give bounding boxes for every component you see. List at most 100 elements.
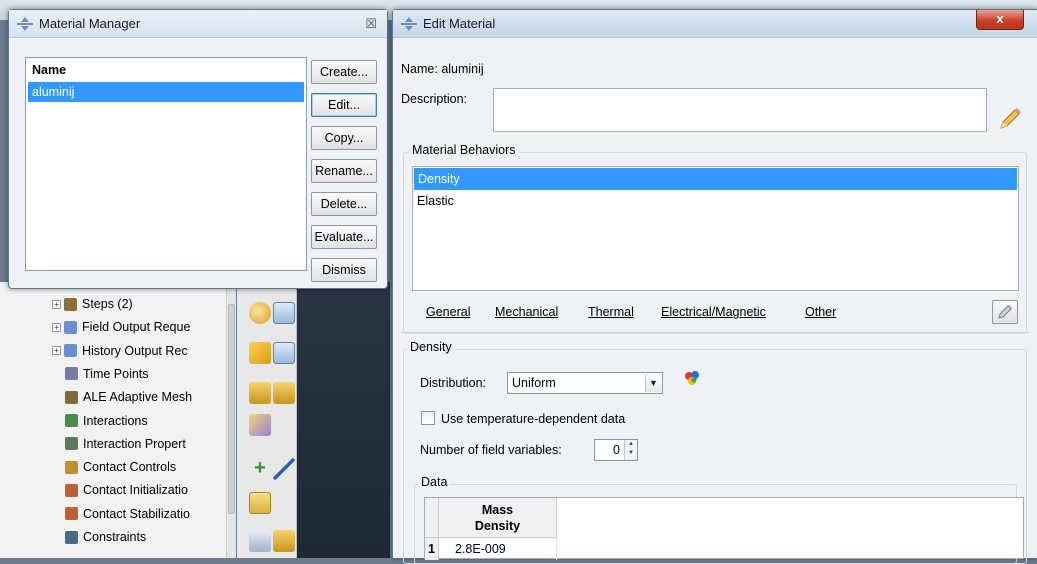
tree-item[interactable]: Time Points bbox=[65, 363, 241, 385]
edit-material-title: Edit Material bbox=[423, 16, 496, 31]
interaction-icon[interactable] bbox=[249, 382, 271, 404]
tree-item-label: Field Output Reque bbox=[82, 320, 191, 335]
scrollbar-thumb[interactable] bbox=[228, 304, 235, 514]
tree-item[interactable]: Contact Initializatio bbox=[65, 479, 241, 501]
step-table-icon[interactable] bbox=[273, 302, 295, 324]
chevron-down-icon[interactable]: ▼ bbox=[645, 374, 661, 392]
close-button[interactable]: x bbox=[976, 10, 1024, 30]
connector-icon[interactable] bbox=[273, 458, 295, 480]
tree-item[interactable]: Contact Controls bbox=[65, 456, 241, 478]
tree-node-icon bbox=[65, 507, 78, 521]
step-manager-icon[interactable] bbox=[249, 302, 271, 324]
interaction-property-icon[interactable] bbox=[249, 414, 271, 436]
data-group-label: Data bbox=[418, 475, 451, 489]
table-corner bbox=[425, 498, 439, 538]
menu-general[interactable]: General bbox=[426, 305, 470, 319]
expand-icon[interactable]: + bbox=[52, 346, 61, 356]
row-number: 1 bbox=[425, 538, 439, 560]
tree-item[interactable]: + Steps (2) bbox=[52, 293, 228, 315]
materials-list[interactable]: Name aluminij bbox=[25, 57, 307, 271]
name-label: Name: aluminij bbox=[401, 62, 484, 76]
materials-list-header: Name bbox=[32, 63, 67, 77]
tree-item-label: Contact Controls bbox=[83, 460, 177, 475]
tree-item[interactable]: Interaction Propert bbox=[65, 433, 241, 455]
field-variables-label: Number of field variables: bbox=[420, 443, 562, 457]
tree-node-icon bbox=[65, 414, 78, 427]
menu-other[interactable]: Other bbox=[805, 305, 836, 319]
tree-item-label: Contact Initializatio bbox=[83, 483, 188, 498]
field-variables-spinner[interactable]: 0 ▲ ▼ bbox=[594, 439, 638, 461]
field-output-icon[interactable] bbox=[249, 342, 271, 364]
material-list-item[interactable]: aluminij bbox=[28, 82, 304, 102]
edit-material-dialog: Edit Material x Name: aluminij Descripti… bbox=[392, 9, 1037, 564]
tree-node-icon bbox=[65, 390, 78, 404]
menu-mechanical[interactable]: Mechanical bbox=[495, 305, 558, 319]
tree-item[interactable]: ALE Adaptive Mesh bbox=[65, 386, 241, 408]
expand-icon[interactable]: + bbox=[52, 322, 61, 332]
tree-node-icon bbox=[64, 320, 77, 334]
temperature-dependent-checkbox[interactable] bbox=[421, 411, 435, 425]
tree-node-icon bbox=[65, 460, 78, 474]
tree-item-label: Contact Stabilizatio bbox=[83, 506, 191, 521]
tree-item-label: Interactions bbox=[83, 413, 148, 428]
tree-item-label: Constraints bbox=[83, 530, 147, 544]
interaction-manager-icon[interactable] bbox=[273, 382, 295, 404]
description-label: Description: bbox=[401, 92, 467, 106]
dialog-app-icon bbox=[17, 16, 33, 31]
tree-node-icon bbox=[64, 297, 77, 311]
fastener-icon[interactable] bbox=[249, 492, 271, 514]
material-manager-dialog: Material Manager ☒ Name aluminij Create.… bbox=[8, 9, 388, 289]
tree-item[interactable]: Interactions bbox=[65, 410, 241, 432]
tree-item-label: Steps (2) bbox=[82, 297, 133, 311]
copy-button[interactable]: Copy... bbox=[311, 126, 377, 150]
tree-item[interactable]: + Field Output Reque bbox=[52, 316, 228, 338]
tree-item-label: ALE Adaptive Mesh bbox=[83, 390, 193, 405]
description-field[interactable] bbox=[493, 88, 987, 132]
behaviors-list[interactable]: Density Elastic bbox=[412, 166, 1019, 291]
menu-thermal[interactable]: Thermal bbox=[588, 305, 634, 319]
evaluate-button[interactable]: Evaluate... bbox=[311, 225, 377, 249]
edit-description-pencil-icon[interactable] bbox=[997, 106, 1023, 132]
expand-icon[interactable]: + bbox=[52, 299, 61, 309]
constraint-icon[interactable] bbox=[249, 530, 271, 552]
material-manager-titlebar[interactable]: Material Manager bbox=[9, 10, 387, 38]
create-point-icon[interactable]: + bbox=[249, 458, 271, 480]
tree-node-icon bbox=[64, 344, 77, 358]
behavior-item-density[interactable]: Density bbox=[414, 168, 1017, 190]
dialog-app-icon bbox=[401, 16, 417, 31]
constraint-manager-icon[interactable] bbox=[273, 530, 295, 552]
material-behaviors-label: Material Behaviors bbox=[409, 143, 519, 157]
tree-item[interactable]: Constraints bbox=[65, 526, 241, 548]
edit-button[interactable]: Edit... bbox=[311, 93, 377, 117]
edit-material-titlebar[interactable]: Edit Material bbox=[393, 10, 1037, 38]
close-icon[interactable]: ☒ bbox=[365, 16, 377, 32]
column-header-mass-density: Mass Density bbox=[439, 498, 557, 538]
model-tree-scrollbar[interactable] bbox=[226, 282, 236, 558]
distribution-select[interactable]: Uniform ▼ bbox=[507, 372, 663, 394]
tree-node-icon bbox=[65, 437, 78, 451]
dismiss-button[interactable]: Dismiss bbox=[311, 258, 377, 282]
field-output-table-icon[interactable] bbox=[273, 342, 295, 364]
tree-item[interactable]: + History Output Rec bbox=[52, 340, 228, 362]
analytical-field-icon[interactable] bbox=[683, 369, 701, 390]
tree-item-label: Interaction Propert bbox=[83, 436, 186, 451]
temperature-dependent-label: Use temperature-dependent data bbox=[441, 412, 626, 426]
density-section-title: Density bbox=[407, 340, 455, 354]
tree-node-icon bbox=[65, 483, 78, 497]
spinner-arrows-icon[interactable]: ▲ ▼ bbox=[624, 440, 637, 460]
behavior-item-elastic[interactable]: Elastic bbox=[413, 190, 1018, 212]
create-button[interactable]: Create... bbox=[311, 60, 377, 84]
viewport bbox=[297, 282, 390, 558]
delete-button[interactable]: Delete... bbox=[311, 192, 377, 216]
distribution-label: Distribution: bbox=[420, 376, 486, 390]
module-toolbox: + bbox=[237, 282, 297, 558]
mass-density-cell[interactable]: 2.8E-009 bbox=[439, 538, 557, 560]
tree-item-label: Time Points bbox=[83, 366, 149, 381]
rename-button[interactable]: Rename... bbox=[311, 159, 377, 183]
data-table[interactable]: Mass Density 1 2.8E-009 bbox=[424, 497, 1024, 560]
tree-node-icon bbox=[65, 530, 78, 544]
eraser-pencil-icon bbox=[997, 304, 1013, 323]
tree-item[interactable]: Contact Stabilizatio bbox=[65, 503, 241, 525]
edit-behavior-button[interactable] bbox=[992, 300, 1018, 324]
menu-electrical-magnetic[interactable]: Electrical/Magnetic bbox=[661, 305, 766, 319]
